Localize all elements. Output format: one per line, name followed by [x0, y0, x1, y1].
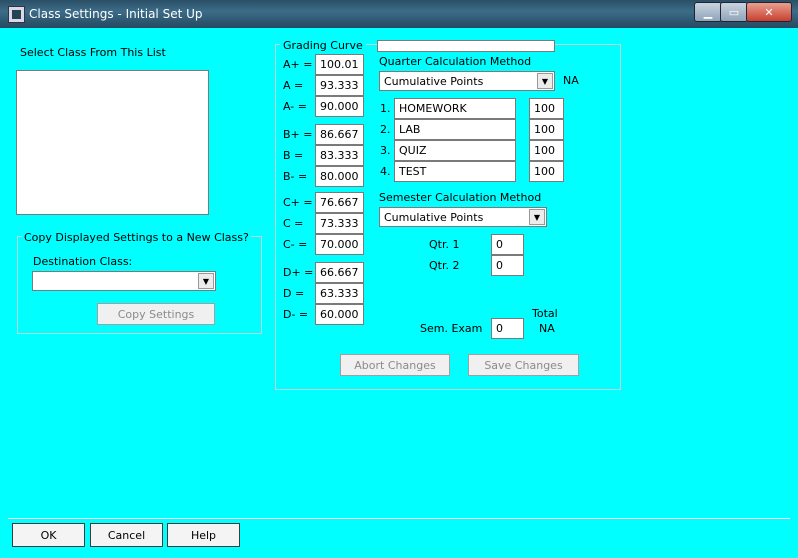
- sem-exam-label: Sem. Exam: [420, 322, 483, 335]
- grade-threshold-field[interactable]: 60.000: [315, 304, 364, 325]
- minimize-button[interactable]: ▁: [694, 2, 722, 22]
- cancel-button[interactable]: Cancel: [90, 523, 163, 547]
- destination-class-select[interactable]: ▼: [32, 271, 216, 291]
- grade-threshold-field[interactable]: 63.333: [315, 283, 364, 304]
- copy-group-label: Copy Displayed Settings to a New Class?: [22, 231, 251, 244]
- grade-label: B =: [283, 149, 304, 162]
- category-weight-field[interactable]: 100: [529, 140, 564, 161]
- help-button[interactable]: Help: [167, 523, 240, 547]
- grade-label: A =: [283, 79, 304, 92]
- sem-exam-field[interactable]: 0: [491, 318, 524, 339]
- grade-label: C- =: [283, 238, 308, 251]
- chevron-down-icon[interactable]: ▼: [537, 73, 553, 89]
- qtr1-field[interactable]: 0: [491, 234, 524, 255]
- category-number: 2.: [380, 123, 391, 136]
- grade-threshold-field[interactable]: 80.000: [315, 166, 364, 187]
- category-name-field[interactable]: TEST: [394, 161, 516, 182]
- grade-label: B+ =: [283, 128, 313, 141]
- quarter-na-label: NA: [563, 74, 579, 87]
- semester-method-select[interactable]: Cumulative Points ▼: [379, 207, 547, 227]
- destination-class-label: Destination Class:: [33, 255, 133, 268]
- category-name-field[interactable]: QUIZ: [394, 140, 516, 161]
- grade-label: D =: [283, 287, 305, 300]
- category-weight-field[interactable]: 100: [529, 161, 564, 182]
- grade-threshold-field[interactable]: 70.000: [315, 234, 364, 255]
- grade-label: B- =: [283, 170, 308, 183]
- class-settings-window: Class Settings - Initial Set Up ▁ ▭ ✕ Se…: [0, 0, 798, 558]
- abort-changes-button[interactable]: Abort Changes: [340, 354, 450, 376]
- qtr1-label: Qtr. 1: [429, 238, 460, 251]
- grade-label: A+ =: [283, 58, 313, 71]
- grade-threshold-field[interactable]: 100.01: [315, 54, 364, 75]
- grade-label: C+ =: [283, 196, 313, 209]
- quarter-method-select[interactable]: Cumulative Points ▼: [379, 71, 555, 91]
- class-list[interactable]: [16, 70, 209, 215]
- grade-threshold-field[interactable]: 86.667: [315, 124, 364, 145]
- grade-threshold-field[interactable]: 76.667: [315, 192, 364, 213]
- category-weight-field[interactable]: 100: [529, 119, 564, 140]
- total-value: NA: [539, 322, 555, 335]
- class-list-label: Select Class From This List: [20, 46, 166, 59]
- grade-label: C =: [283, 217, 304, 230]
- ok-button[interactable]: OK: [12, 523, 85, 547]
- grade-threshold-field[interactable]: 73.333: [315, 213, 364, 234]
- qtr2-field[interactable]: 0: [491, 255, 524, 276]
- close-button[interactable]: ✕: [746, 2, 792, 22]
- quarter-method-value: Cumulative Points: [384, 75, 484, 88]
- category-weight-field[interactable]: 100: [529, 98, 564, 119]
- grade-label: D- =: [283, 308, 309, 321]
- quarter-method-label: Quarter Calculation Method: [379, 55, 532, 68]
- grading-curve-title-field[interactable]: [377, 40, 555, 52]
- grading-curve-label: Grading Curve: [280, 39, 366, 52]
- footer-divider: [8, 518, 790, 519]
- grade-threshold-field[interactable]: 66.667: [315, 262, 364, 283]
- grade-threshold-field[interactable]: 90.000: [315, 96, 364, 117]
- grade-threshold-field[interactable]: 83.333: [315, 145, 364, 166]
- qtr2-label: Qtr. 2: [429, 259, 460, 272]
- copy-settings-button[interactable]: Copy Settings: [97, 303, 215, 325]
- semester-method-value: Cumulative Points: [384, 211, 484, 224]
- chevron-down-icon[interactable]: ▼: [198, 273, 214, 289]
- total-label: Total: [532, 307, 558, 320]
- grade-label: D+ =: [283, 266, 314, 279]
- save-changes-button[interactable]: Save Changes: [468, 354, 579, 376]
- chevron-down-icon[interactable]: ▼: [529, 209, 545, 225]
- category-number: 4.: [380, 165, 391, 178]
- category-name-field[interactable]: LAB: [394, 119, 516, 140]
- grade-label: A- =: [283, 100, 307, 113]
- app-icon: [8, 6, 25, 23]
- maximize-button[interactable]: ▭: [720, 2, 748, 22]
- category-number: 3.: [380, 144, 391, 157]
- title-bar[interactable]: Class Settings - Initial Set Up ▁ ▭ ✕: [0, 0, 798, 28]
- window-title: Class Settings - Initial Set Up: [29, 7, 203, 21]
- category-number: 1.: [380, 102, 391, 115]
- semester-method-label: Semester Calculation Method: [379, 191, 542, 204]
- grade-threshold-field[interactable]: 93.333: [315, 75, 364, 96]
- category-name-field[interactable]: HOMEWORK: [394, 98, 516, 119]
